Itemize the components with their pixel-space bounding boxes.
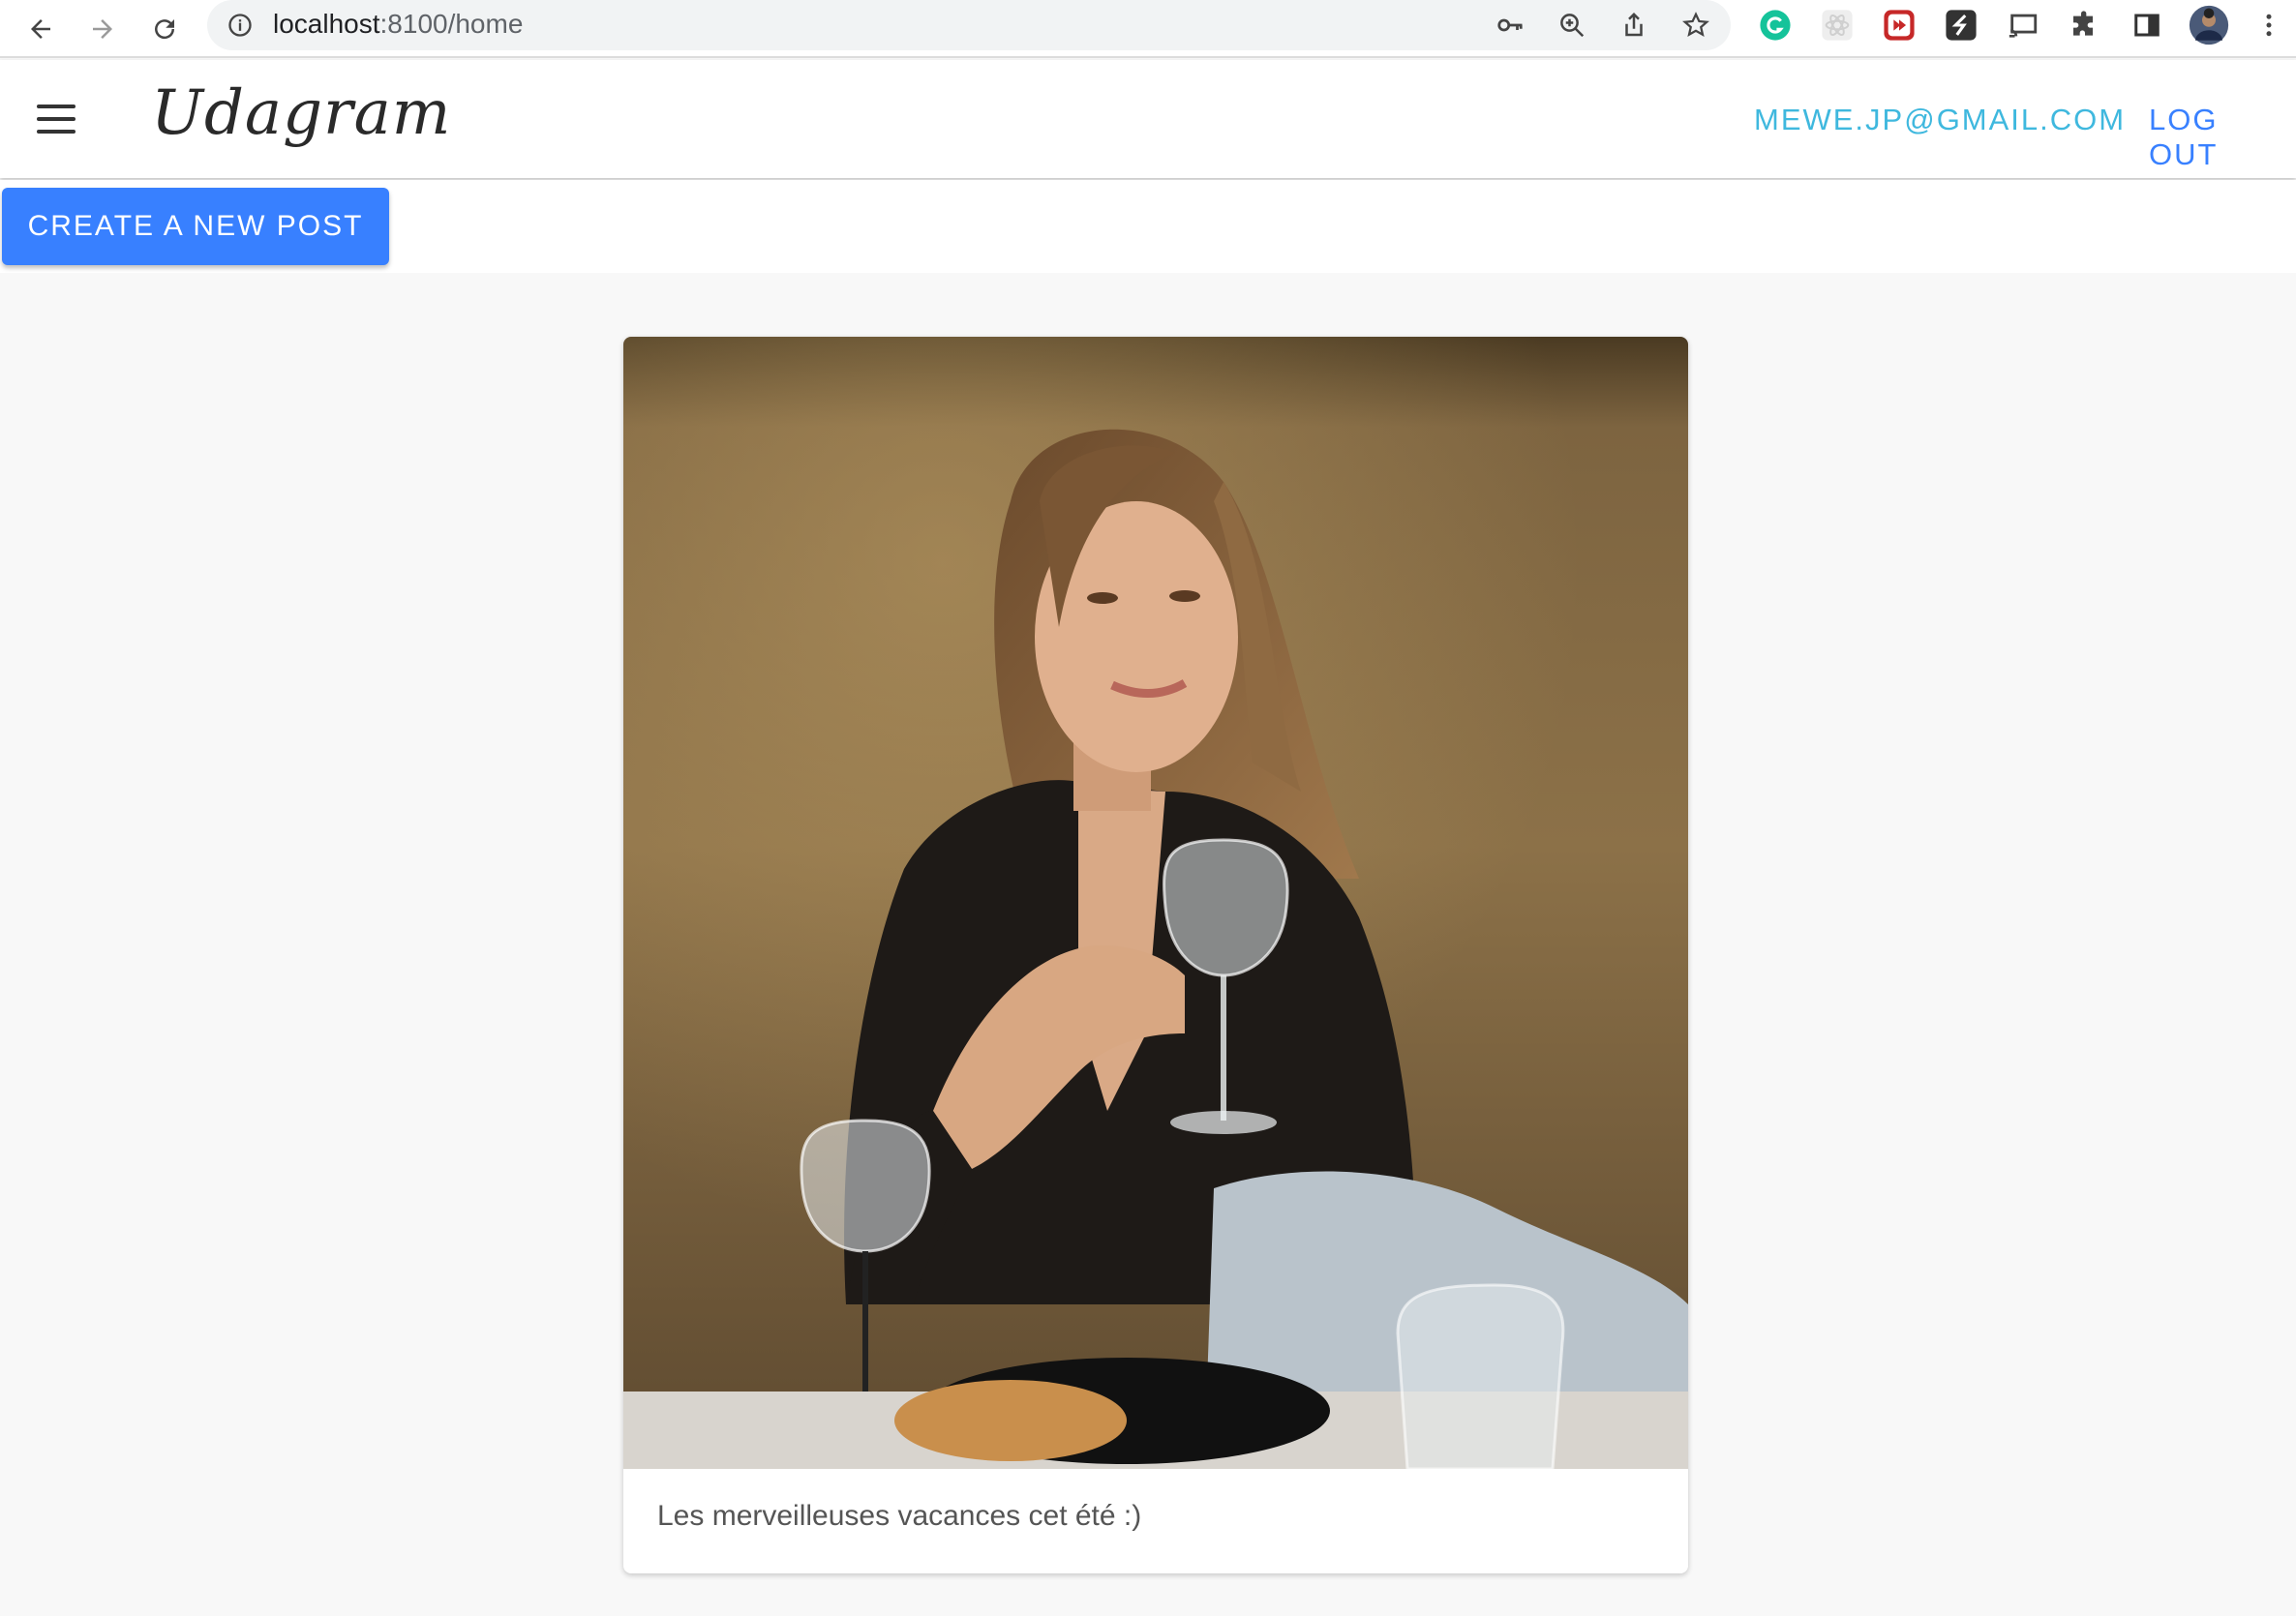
forward-icon[interactable] <box>81 8 124 50</box>
create-post-button[interactable]: CREATE A NEW POST <box>2 188 389 265</box>
back-icon[interactable] <box>19 8 62 50</box>
app-logo: Udagram <box>151 77 452 149</box>
key-icon[interactable] <box>1491 6 1529 45</box>
grammarly-icon[interactable] <box>1754 4 1797 46</box>
react-devtools-icon[interactable] <box>1816 4 1858 46</box>
site-info-icon[interactable] <box>221 6 259 45</box>
address-bar[interactable]: localhost:8100/home <box>207 0 1731 50</box>
url-host: localhost <box>273 9 380 39</box>
url-path: :8100/home <box>379 9 524 39</box>
url-text: localhost:8100/home <box>273 9 523 40</box>
dark-extension-icon[interactable] <box>1940 4 1982 46</box>
logout-button[interactable]: LOG OUT <box>2149 103 2296 172</box>
cast-icon[interactable] <box>2002 4 2044 46</box>
user-email-link[interactable]: MEWE.JP@GMAIL.COM <box>1754 103 2126 137</box>
share-icon[interactable] <box>1615 6 1653 45</box>
bookmark-star-icon[interactable] <box>1677 6 1715 45</box>
create-post-bar: CREATE A NEW POST <box>0 180 2296 273</box>
side-panel-icon[interactable] <box>2126 4 2168 46</box>
zoom-icon[interactable] <box>1553 6 1591 45</box>
post-image <box>623 337 1688 1469</box>
feed-item: Les merveilleuses vacances cet été :) <box>623 337 1688 1573</box>
browser-toolbar: localhost:8100/home <box>0 0 2296 58</box>
app-header: Udagram MEWE.JP@GMAIL.COM LOG OUT <box>0 60 2296 178</box>
profile-avatar-icon[interactable] <box>2188 4 2230 46</box>
reload-icon[interactable] <box>143 8 186 50</box>
extensions-puzzle-icon[interactable] <box>2064 4 2106 46</box>
media-extension-icon[interactable] <box>1878 4 1920 46</box>
browser-menu-icon[interactable] <box>2248 4 2290 46</box>
post-caption: Les merveilleuses vacances cet été :) <box>657 1500 1142 1532</box>
hamburger-menu-icon[interactable] <box>31 97 83 143</box>
